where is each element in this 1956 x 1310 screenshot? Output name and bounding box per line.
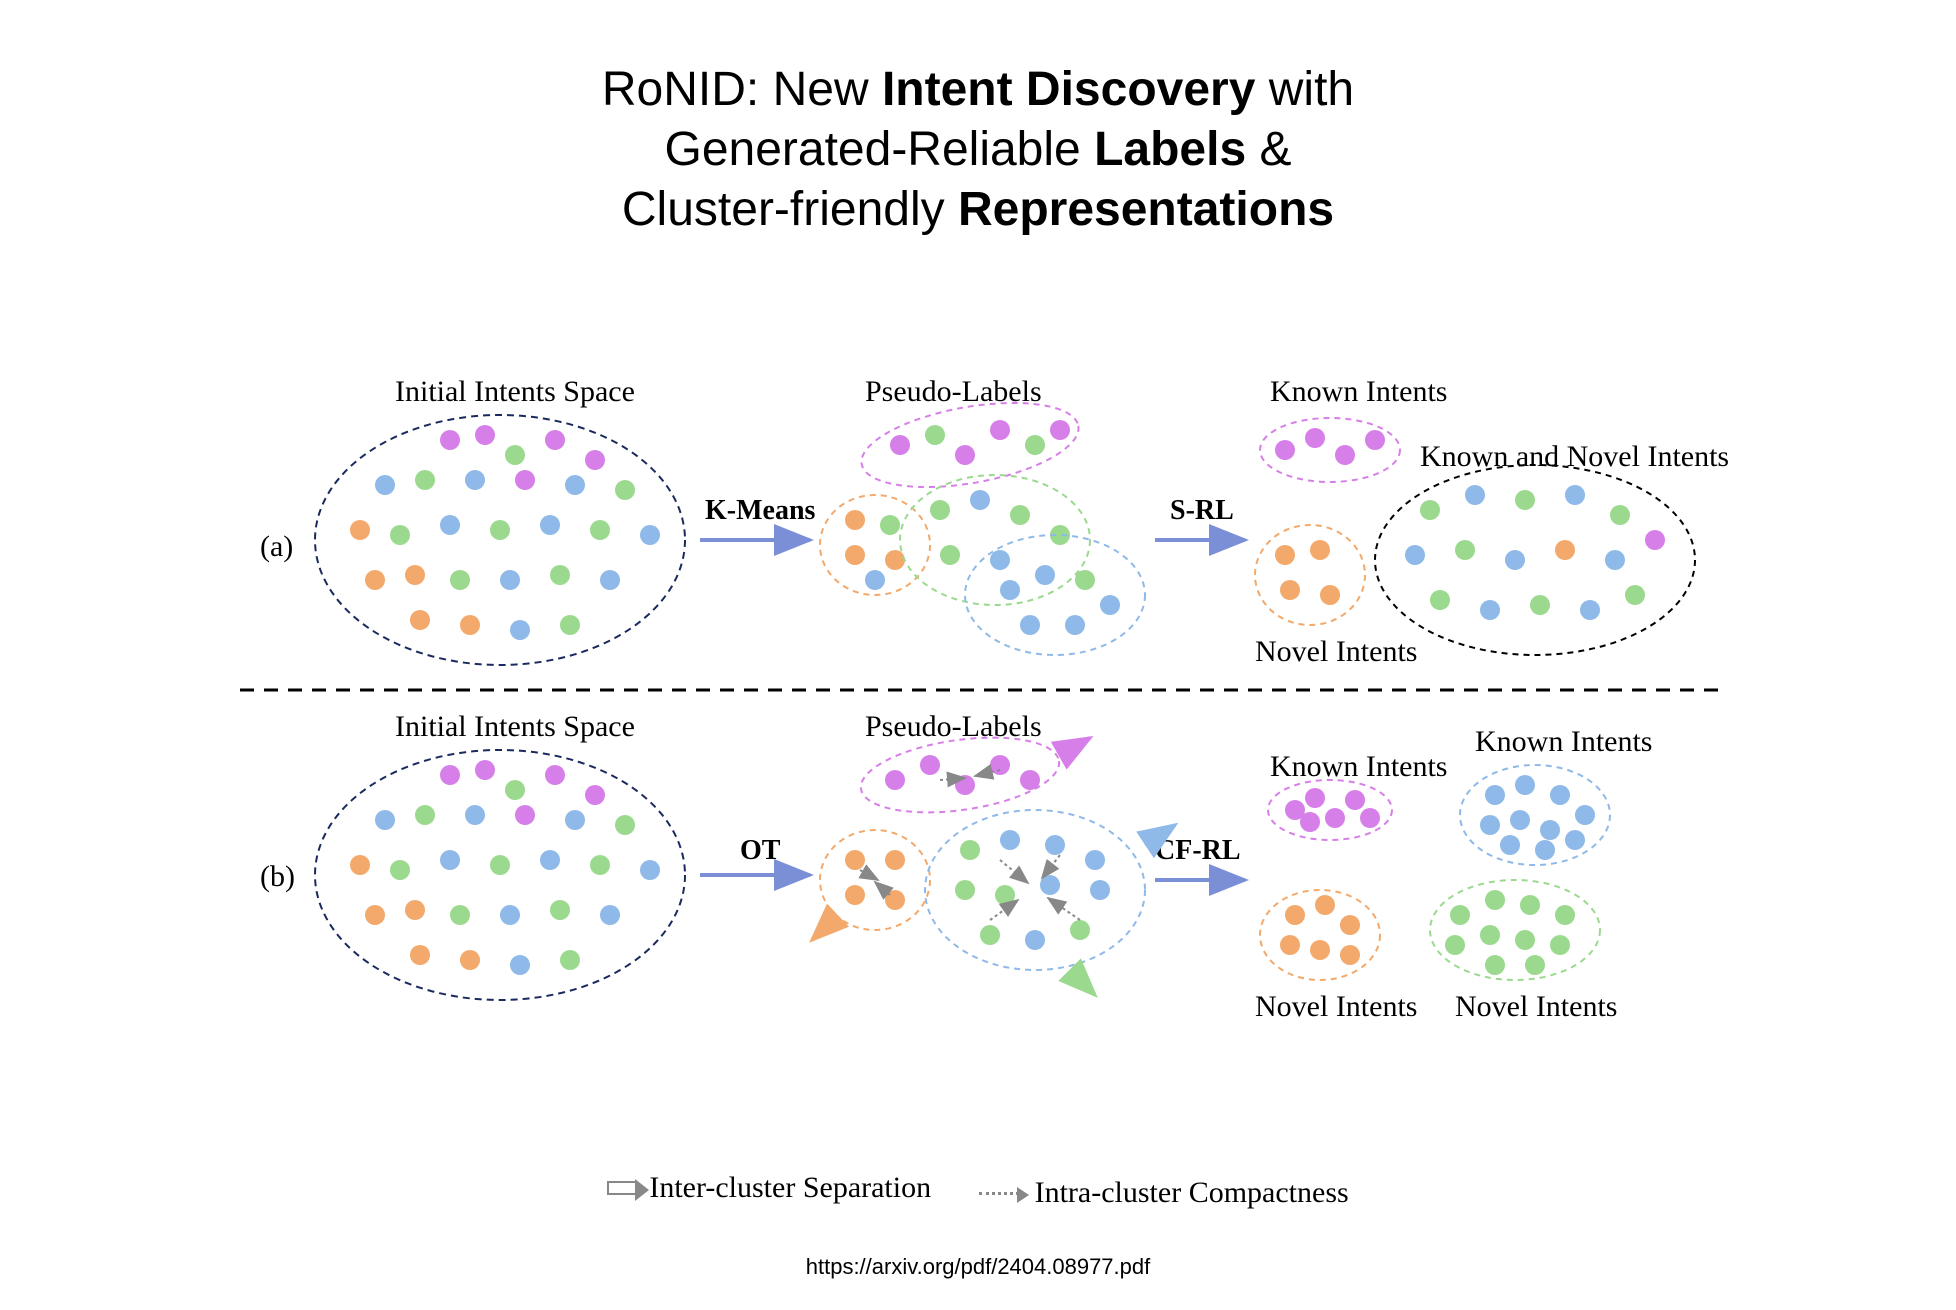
legend: Inter-cluster Separation Intra-cluster C…: [0, 1169, 1956, 1211]
title-bold1: Intent Discovery: [882, 63, 1255, 116]
title: RoNID: New Intent Discovery with Generat…: [0, 0, 1956, 240]
b-result-group: [1260, 765, 1610, 980]
row-a-label: (a): [260, 530, 293, 564]
diagram-svg: [300, 380, 1700, 1100]
diagram: (a) (b) Initial Intents Space Pseudo-Lab…: [300, 380, 1680, 1100]
a-initial-dots: [350, 425, 660, 640]
title-mid1: with: [1255, 63, 1354, 116]
b-initial-dots: [350, 760, 660, 975]
legend-intra: Intra-cluster Compactness: [979, 1176, 1349, 1210]
outline-arrow-icon: [607, 1181, 637, 1195]
legend-intra-text: Intra-cluster Compactness: [1035, 1176, 1349, 1210]
a-result-group: [1255, 418, 1695, 655]
b-pseudo-group: [812, 726, 1175, 995]
title-line2a: Generated-Reliable: [664, 123, 1094, 176]
row-b-label: (b): [260, 860, 295, 894]
title-line2b: &: [1246, 123, 1291, 176]
title-bold3: Representations: [958, 183, 1334, 236]
title-prefix: RoNID: New: [602, 63, 882, 116]
dotted-arrow-icon: [979, 1192, 1019, 1195]
title-line3a: Cluster-friendly: [622, 183, 958, 236]
source-url: https://arxiv.org/pdf/2404.08977.pdf: [0, 1254, 1956, 1280]
a-pseudo-group: [820, 388, 1145, 655]
title-bold2: Labels: [1094, 123, 1246, 176]
legend-inter: Inter-cluster Separation: [607, 1171, 931, 1205]
legend-inter-text: Inter-cluster Separation: [649, 1171, 931, 1205]
